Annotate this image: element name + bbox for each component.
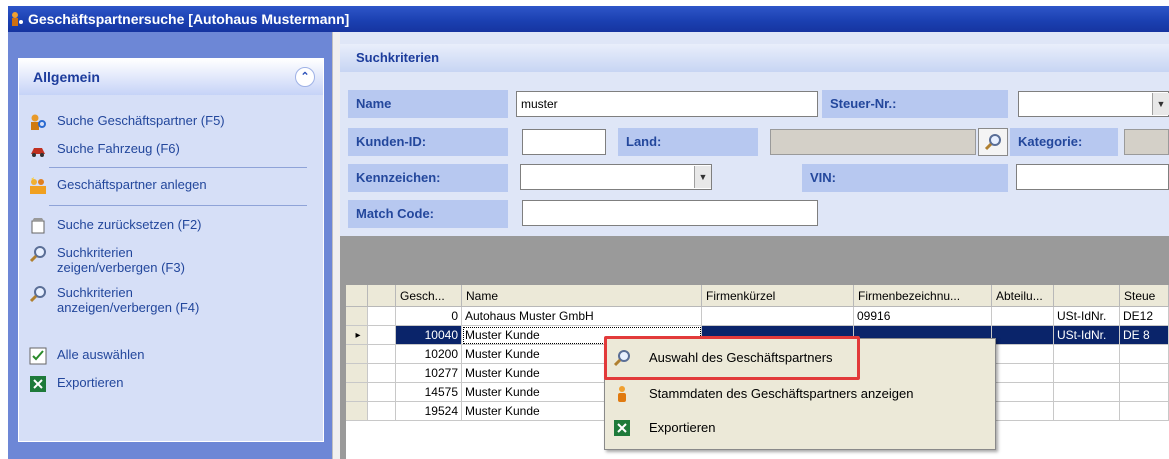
cell-steuer[interactable]	[1120, 364, 1169, 383]
chevron-down-icon[interactable]: ▼	[1152, 93, 1169, 115]
app-icon	[12, 12, 23, 26]
row-header[interactable]	[346, 402, 368, 421]
cell-ust[interactable]	[1054, 364, 1120, 383]
cell-steuer[interactable]	[1120, 402, 1169, 421]
cell-steuer[interactable]	[1120, 345, 1169, 364]
land-label: Land:	[618, 128, 758, 156]
row-header-corner	[346, 285, 368, 307]
magnifier-icon	[984, 134, 1001, 151]
excel-icon	[30, 376, 46, 392]
column-header-firmenbezeichnung[interactable]: Firmenbezeichnu...	[854, 285, 992, 307]
column-header-gesch[interactable]: Gesch...	[396, 285, 462, 307]
row-header[interactable]	[346, 345, 368, 364]
kategorie-input[interactable]	[1124, 129, 1169, 155]
row-selector-icon[interactable]: ▸	[346, 326, 368, 345]
cell-abteilung[interactable]	[992, 383, 1054, 402]
people-add-icon	[30, 177, 46, 194]
column-header-ust[interactable]	[1054, 285, 1120, 307]
cell-firmenkuerzel[interactable]	[702, 307, 854, 326]
column-header-abteilung[interactable]: Abteilu...	[992, 285, 1054, 307]
kunden-id-label: Kunden-ID:	[348, 128, 508, 156]
select-all-icon	[29, 347, 47, 365]
cell-ust[interactable]	[1054, 383, 1120, 402]
reset-icon	[31, 218, 45, 234]
row-header[interactable]	[346, 383, 368, 402]
menu-item-exportieren[interactable]: Exportieren	[605, 413, 993, 443]
steuer-label: Steuer-Nr.:	[822, 90, 1008, 118]
car-icon	[31, 148, 45, 157]
grid-cell[interactable]	[368, 345, 396, 364]
kennzeichen-label: Kennzeichen:	[348, 164, 508, 192]
kennzeichen-select[interactable]: ▼	[520, 164, 712, 190]
grid-cell[interactable]	[368, 402, 396, 421]
land-search-button[interactable]	[978, 128, 1008, 156]
cell-gesch[interactable]: 10040	[396, 326, 462, 345]
matchcode-input[interactable]	[522, 200, 818, 226]
highlight-frame	[604, 336, 860, 380]
cell-gesch[interactable]: 10200	[396, 345, 462, 364]
grid-cell[interactable]	[368, 364, 396, 383]
row-header[interactable]	[346, 364, 368, 383]
land-input[interactable]	[770, 129, 976, 155]
excel-icon	[614, 420, 630, 436]
cell-steuer[interactable]: DE 8	[1120, 326, 1169, 345]
magnifier-icon	[29, 286, 46, 303]
menu-item-stammdaten[interactable]: Stammdaten des Geschäftspartners anzeige…	[605, 379, 993, 409]
collapse-icon[interactable]: ⌃	[295, 67, 315, 87]
chevron-down-icon[interactable]: ▼	[694, 166, 711, 188]
window-title: Geschäftspartnersuche [Autohaus Musterma…	[28, 11, 350, 27]
criteria-header[interactable]: Suchkriterien	[340, 44, 1169, 72]
name-label: Name	[348, 90, 508, 118]
kategorie-label: Kategorie:	[1010, 128, 1118, 156]
cell-ust[interactable]	[1054, 345, 1120, 364]
cell-gesch[interactable]: 10277	[396, 364, 462, 383]
row-header[interactable]	[346, 307, 368, 326]
cell-abteilung[interactable]	[992, 364, 1054, 383]
task-panel-title: Allgemein	[33, 69, 100, 85]
separator	[49, 205, 307, 206]
steuer-select[interactable]: ▼	[1018, 91, 1169, 117]
column-header[interactable]	[368, 285, 396, 307]
magnifier-icon	[29, 246, 46, 263]
cell-abteilung[interactable]	[992, 345, 1054, 364]
cell-abteilung[interactable]	[992, 307, 1054, 326]
cell-abteilung[interactable]	[992, 402, 1054, 421]
column-header-name[interactable]: Name	[462, 285, 702, 307]
cell-gesch[interactable]: 19524	[396, 402, 462, 421]
cell-ust[interactable]: USt-IdNr.	[1054, 326, 1120, 345]
cell-firmenbezeichnung[interactable]: 09916	[854, 307, 992, 326]
cell-ust[interactable]	[1054, 402, 1120, 421]
matchcode-label: Match Code:	[348, 200, 508, 228]
separator	[49, 167, 307, 168]
grid-cell[interactable]	[368, 326, 396, 345]
grid-cell[interactable]	[368, 307, 396, 326]
task-panel-header[interactable]: Allgemein ⌃	[19, 59, 323, 95]
cell-steuer[interactable]: DE12	[1120, 307, 1169, 326]
cell-gesch[interactable]: 14575	[396, 383, 462, 402]
grid-cell[interactable]	[368, 383, 396, 402]
kunden-id-input[interactable]	[522, 129, 606, 155]
person-icon	[618, 386, 626, 402]
vin-label: VIN:	[802, 164, 1008, 192]
column-header-firmenkuerzel[interactable]: Firmenkürzel	[702, 285, 854, 307]
cell-ust[interactable]: USt-IdNr.	[1054, 307, 1120, 326]
cell-name[interactable]: Autohaus Muster GmbH	[462, 307, 702, 326]
window-title-bar[interactable]: Geschäftspartnersuche [Autohaus Musterma…	[8, 6, 1169, 32]
column-header-steuer[interactable]: Steue	[1120, 285, 1169, 307]
cell-steuer[interactable]	[1120, 383, 1169, 402]
criteria-title: Suchkriterien	[356, 50, 440, 65]
name-input[interactable]: muster	[516, 91, 818, 117]
person-search-icon	[31, 114, 46, 130]
cell-abteilung[interactable]	[992, 326, 1054, 345]
task-panel-allgemein: Allgemein ⌃ Suche Geschäftspartner (F5) …	[18, 58, 324, 442]
vin-input[interactable]	[1016, 164, 1169, 190]
cell-gesch[interactable]: 0	[396, 307, 462, 326]
